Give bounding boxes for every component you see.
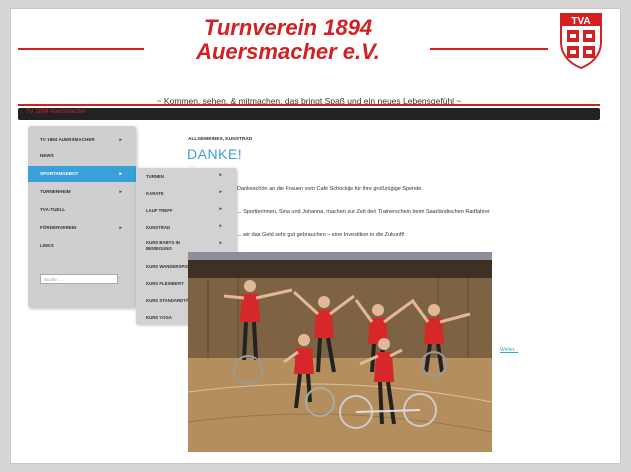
- sidebar-menu: TV 1894 AUERSMACHER ▸ NEWS SPORTANGEBOT …: [28, 126, 136, 308]
- chevron-right-icon: ▸: [219, 172, 222, 178]
- chevron-right-icon: ▸: [119, 137, 122, 143]
- submenu-item-lauftreff[interactable]: LAUF TREFF ▸: [136, 202, 236, 219]
- search-input[interactable]: Suche ...: [40, 274, 118, 284]
- logo-text: TVA: [571, 16, 590, 27]
- sidebar-item-news[interactable]: NEWS: [28, 148, 136, 164]
- sidebar-item-foerderverein[interactable]: FÖRDERVEREIN ▸: [28, 220, 136, 236]
- submenu-item-label: KURS YOGA: [146, 315, 172, 320]
- submenu-item-label: LAUF TREFF: [146, 208, 173, 213]
- header-divider: [18, 104, 600, 106]
- chevron-right-icon: ▸: [119, 189, 122, 195]
- article-title: DANKE!: [187, 146, 243, 162]
- submenu-item-turnen[interactable]: TURNEN ▸: [136, 168, 236, 185]
- sidebar-item-links[interactable]: LINKS: [28, 238, 136, 254]
- submenu-item-kunstrad[interactable]: KUNSTRAD ▸: [136, 219, 236, 236]
- article-paragraph-3: ... wir das Geld sehr gut gebrauchen – e…: [237, 232, 405, 238]
- article-category[interactable]: ALLGEMEINES, KUNSTRAD: [188, 137, 252, 142]
- article-meta: ...: [190, 163, 195, 169]
- sidebar-item-label: SPORTANGEBOT: [40, 171, 79, 176]
- navbar-crumb[interactable]: TV 1894 Auersmacher: [26, 109, 86, 115]
- article-paragraph-2: ... Sportlerinnen, Sina und Johanna, mac…: [237, 209, 490, 215]
- site-title-line1: Turnverein 1894: [203, 15, 373, 40]
- club-logo-icon[interactable]: TVA: [558, 12, 604, 70]
- site-title[interactable]: Turnverein 1894 Auersmacher e.V.: [148, 16, 428, 64]
- site-title-line2: Auersmacher e.V.: [196, 39, 380, 64]
- chevron-right-icon: ▸: [119, 171, 122, 177]
- submenu-item-label: KUNSTRAD: [146, 225, 171, 230]
- site-header: Turnverein 1894 Auersmacher e.V. TVA: [18, 10, 602, 92]
- chevron-right-icon: ▸: [219, 189, 222, 195]
- sidebar-item-label: NEWS: [40, 153, 54, 158]
- chevron-right-icon: ▸: [219, 223, 222, 229]
- team-photo: [188, 252, 492, 452]
- chevron-right-icon: ▸: [119, 225, 122, 231]
- sidebar-item-tvatuell[interactable]: TVA-TUELL: [28, 202, 136, 218]
- chevron-right-icon: ▸: [219, 240, 222, 246]
- sidebar-item-label: LINKS: [40, 243, 54, 248]
- header-line-right: [430, 48, 548, 50]
- sidebar-item-turnerheim[interactable]: TURNERHEIM ▸: [28, 184, 136, 200]
- chevron-right-icon: ▸: [219, 206, 222, 212]
- sidebar-item-sportangebot[interactable]: SPORTANGEBOT ▸: [28, 166, 136, 182]
- submenu-item-label: TURNEN: [146, 174, 164, 179]
- top-navbar: TV 1894 Auersmacher: [18, 108, 600, 120]
- submenu-item-label: KURS FLEXIBEFIT: [146, 281, 184, 286]
- header-line-left: [18, 48, 144, 50]
- article-paragraph-1: Dankeschön an die Frauen vom Café Schock…: [237, 186, 423, 192]
- submenu-item-label: KARATE: [146, 191, 164, 196]
- sidebar-item-label: TV 1894 AUERSMACHER: [40, 137, 95, 142]
- sidebar-item-verein[interactable]: TV 1894 AUERSMACHER ▸: [28, 132, 136, 148]
- sidebar-item-label: FÖRDERVEREIN: [40, 225, 77, 230]
- submenu-item-label: KURS WANDERSPORT: [146, 264, 194, 269]
- sidebar-item-label: TVA-TUELL: [40, 207, 66, 212]
- submenu-item-label: KURS BABYS IN BEWEGUNG: [146, 240, 180, 251]
- read-more-link[interactable]: Weiter...: [500, 347, 518, 353]
- submenu-item-karate[interactable]: KARATE ▸: [136, 185, 236, 202]
- sidebar-item-label: TURNERHEIM: [40, 189, 71, 194]
